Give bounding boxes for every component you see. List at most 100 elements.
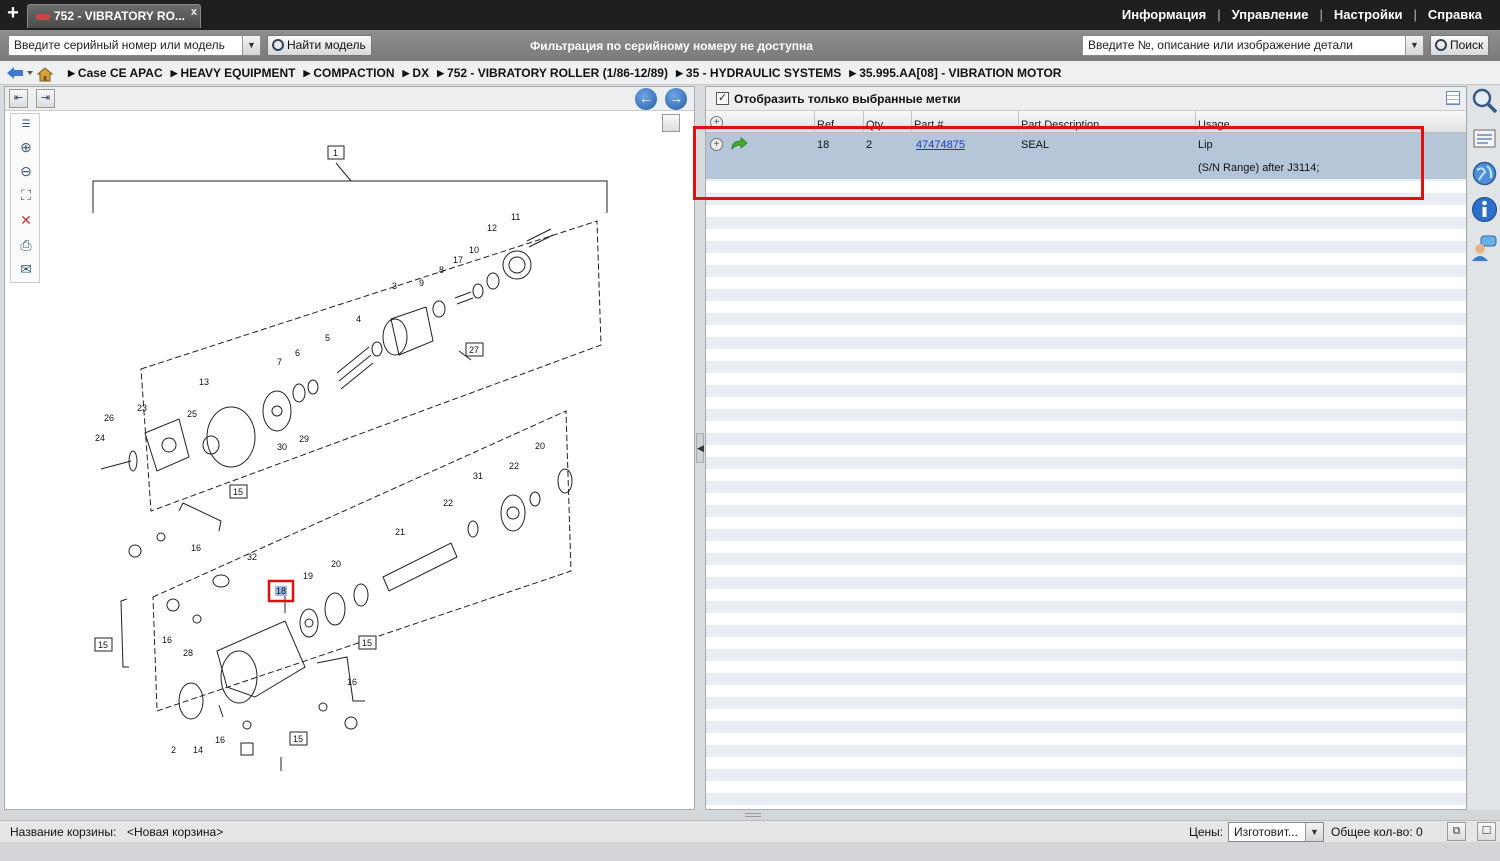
table-row[interactable]: + 18 2 47474875 SEAL Lip: [706, 133, 1466, 156]
status-separator[interactable]: [0, 810, 1500, 820]
breadcrumb-item[interactable]: 35.995.AA[08] - VIBRATION MOTOR: [849, 66, 1061, 80]
serial-model-combo[interactable]: Введите серийный номер или модель ▼: [8, 35, 261, 56]
callout-24[interactable]: 24: [95, 433, 105, 443]
callout-19[interactable]: 19: [303, 571, 313, 581]
home-icon[interactable]: [36, 66, 54, 82]
callout-15[interactable]: 15: [293, 734, 303, 744]
callout-9[interactable]: 9: [419, 278, 424, 288]
search-button[interactable]: Поиск: [1430, 35, 1490, 56]
callout-26[interactable]: 26: [104, 413, 114, 423]
callout-1[interactable]: 1: [333, 148, 338, 158]
support-chat-icon[interactable]: [1471, 234, 1498, 261]
callout-11[interactable]: 11: [511, 212, 520, 222]
fit-to-screen-icon[interactable]: ⛶: [16, 186, 36, 204]
resize-grip-icon[interactable]: [745, 813, 761, 817]
part-search-combo[interactable]: Введите №, описание или изображение дета…: [1082, 35, 1424, 56]
callout-16[interactable]: 16: [191, 543, 201, 553]
callout-4[interactable]: 4: [356, 314, 361, 324]
previous-page-icon[interactable]: ←: [635, 88, 657, 110]
callout-27[interactable]: 27: [469, 345, 479, 355]
callout-22[interactable]: 22: [443, 498, 453, 508]
globe-icon[interactable]: [1471, 160, 1498, 187]
breadcrumb-item[interactable]: DX: [403, 66, 429, 80]
panel-splitter[interactable]: ◀: [696, 433, 704, 463]
chevron-down-icon[interactable]: ▼: [1405, 36, 1423, 55]
document-tab[interactable]: 752 - VIBRATORY RO... x: [27, 4, 201, 28]
callout-12[interactable]: 12: [487, 223, 497, 233]
callout-6[interactable]: 6: [295, 348, 300, 358]
breadcrumb-item[interactable]: Case CE APAC: [68, 66, 163, 80]
serial-model-input[interactable]: Введите серийный номер или модель: [14, 38, 225, 52]
callout-3[interactable]: 3: [392, 281, 397, 291]
callout-17[interactable]: 17: [453, 255, 463, 265]
callout-2[interactable]: 2: [171, 745, 176, 755]
email-icon[interactable]: ✉: [16, 260, 36, 278]
maximize-window-icon[interactable]: ☐: [1477, 822, 1496, 841]
column-description[interactable]: Part Description: [1018, 111, 1196, 133]
callout-20[interactable]: 20: [331, 559, 341, 569]
callout-31[interactable]: 31: [473, 471, 483, 481]
info-icon[interactable]: [1471, 196, 1498, 223]
column-ref[interactable]: Ref: [814, 111, 864, 133]
expand-row-icon[interactable]: +: [710, 138, 723, 151]
callout-18[interactable]: 18: [276, 586, 286, 596]
new-tab-button[interactable]: +: [3, 3, 23, 25]
prices-select[interactable]: Изготовит... ▼: [1228, 822, 1324, 842]
breadcrumb-item[interactable]: 35 - HYDRAULIC SYSTEMS: [676, 66, 841, 80]
document-list-icon[interactable]: [1471, 125, 1498, 152]
menu-help[interactable]: Справка: [1428, 7, 1482, 22]
close-tab-icon[interactable]: x: [191, 5, 197, 19]
search-icon[interactable]: [1471, 87, 1498, 114]
callout-10[interactable]: 10: [469, 245, 479, 255]
callout-16[interactable]: 16: [215, 735, 225, 745]
callout-8[interactable]: 8: [439, 265, 444, 275]
find-model-button[interactable]: Найти модель: [267, 35, 372, 56]
cart-name-value[interactable]: <Новая корзина>: [127, 825, 223, 839]
drag-handle-icon[interactable]: ☰: [16, 116, 36, 134]
callout-5[interactable]: 5: [325, 333, 330, 343]
back-arrow-icon[interactable]: [6, 66, 24, 80]
exploded-parts-diagram[interactable]: 1 2 3 4 5 6 7 8 9 10 11 12 13 14 15 15 1…: [41, 111, 691, 807]
chevron-down-icon[interactable]: [26, 66, 34, 80]
breadcrumb-item[interactable]: HEAVY EQUIPMENT: [171, 66, 296, 80]
callout-28[interactable]: 28: [183, 648, 193, 658]
part-search-input[interactable]: Введите №, описание или изображение дета…: [1088, 38, 1353, 52]
column-qty[interactable]: Qty: [863, 111, 912, 133]
zoom-out-icon[interactable]: ⊖: [16, 162, 36, 180]
chevron-down-icon[interactable]: ▼: [1305, 823, 1323, 841]
print-icon[interactable]: ⎙: [16, 236, 36, 254]
callout-25[interactable]: 25: [187, 409, 197, 419]
callout-7[interactable]: 7: [277, 357, 282, 367]
callout-15[interactable]: 15: [362, 638, 372, 648]
callout-30[interactable]: 30: [277, 442, 287, 452]
chevron-down-icon[interactable]: ▼: [242, 36, 260, 55]
clear-selection-icon[interactable]: ✕: [16, 211, 36, 229]
column-part-number[interactable]: Part #: [911, 111, 1019, 133]
menu-settings[interactable]: Настройки: [1334, 7, 1403, 22]
callout-22[interactable]: 22: [509, 461, 519, 471]
callout-16[interactable]: 16: [347, 677, 357, 687]
callout-20[interactable]: 20: [535, 441, 545, 451]
next-page-icon[interactable]: →: [665, 88, 687, 110]
expand-right-icon[interactable]: ⇥: [36, 89, 55, 108]
menu-info[interactable]: Информация: [1122, 7, 1206, 22]
menu-management[interactable]: Управление: [1232, 7, 1309, 22]
callout-32[interactable]: 32: [247, 552, 257, 562]
expand-all-icon[interactable]: +: [710, 116, 723, 129]
callout-15[interactable]: 15: [233, 487, 243, 497]
callout-15[interactable]: 15: [98, 640, 108, 650]
breadcrumb-item[interactable]: COMPACTION: [303, 66, 394, 80]
zoom-in-icon[interactable]: ⊕: [16, 138, 36, 156]
callout-14[interactable]: 14: [193, 745, 203, 755]
collapse-left-icon[interactable]: ⇤: [9, 89, 28, 108]
restore-window-icon[interactable]: ⧉: [1447, 822, 1466, 841]
column-chooser-icon[interactable]: [1446, 91, 1460, 105]
add-to-cart-arrow-icon[interactable]: [730, 137, 748, 151]
callout-29[interactable]: 29: [299, 434, 309, 444]
callout-23[interactable]: 23: [137, 403, 147, 413]
breadcrumb-item[interactable]: 752 - VIBRATORY ROLLER (1/86-12/89): [437, 66, 668, 80]
callout-13[interactable]: 13: [199, 377, 209, 387]
show-selected-checkbox[interactable]: ✓: [716, 92, 729, 105]
column-usage[interactable]: Usage: [1195, 111, 1465, 133]
part-number-link[interactable]: 47474875: [916, 133, 965, 157]
